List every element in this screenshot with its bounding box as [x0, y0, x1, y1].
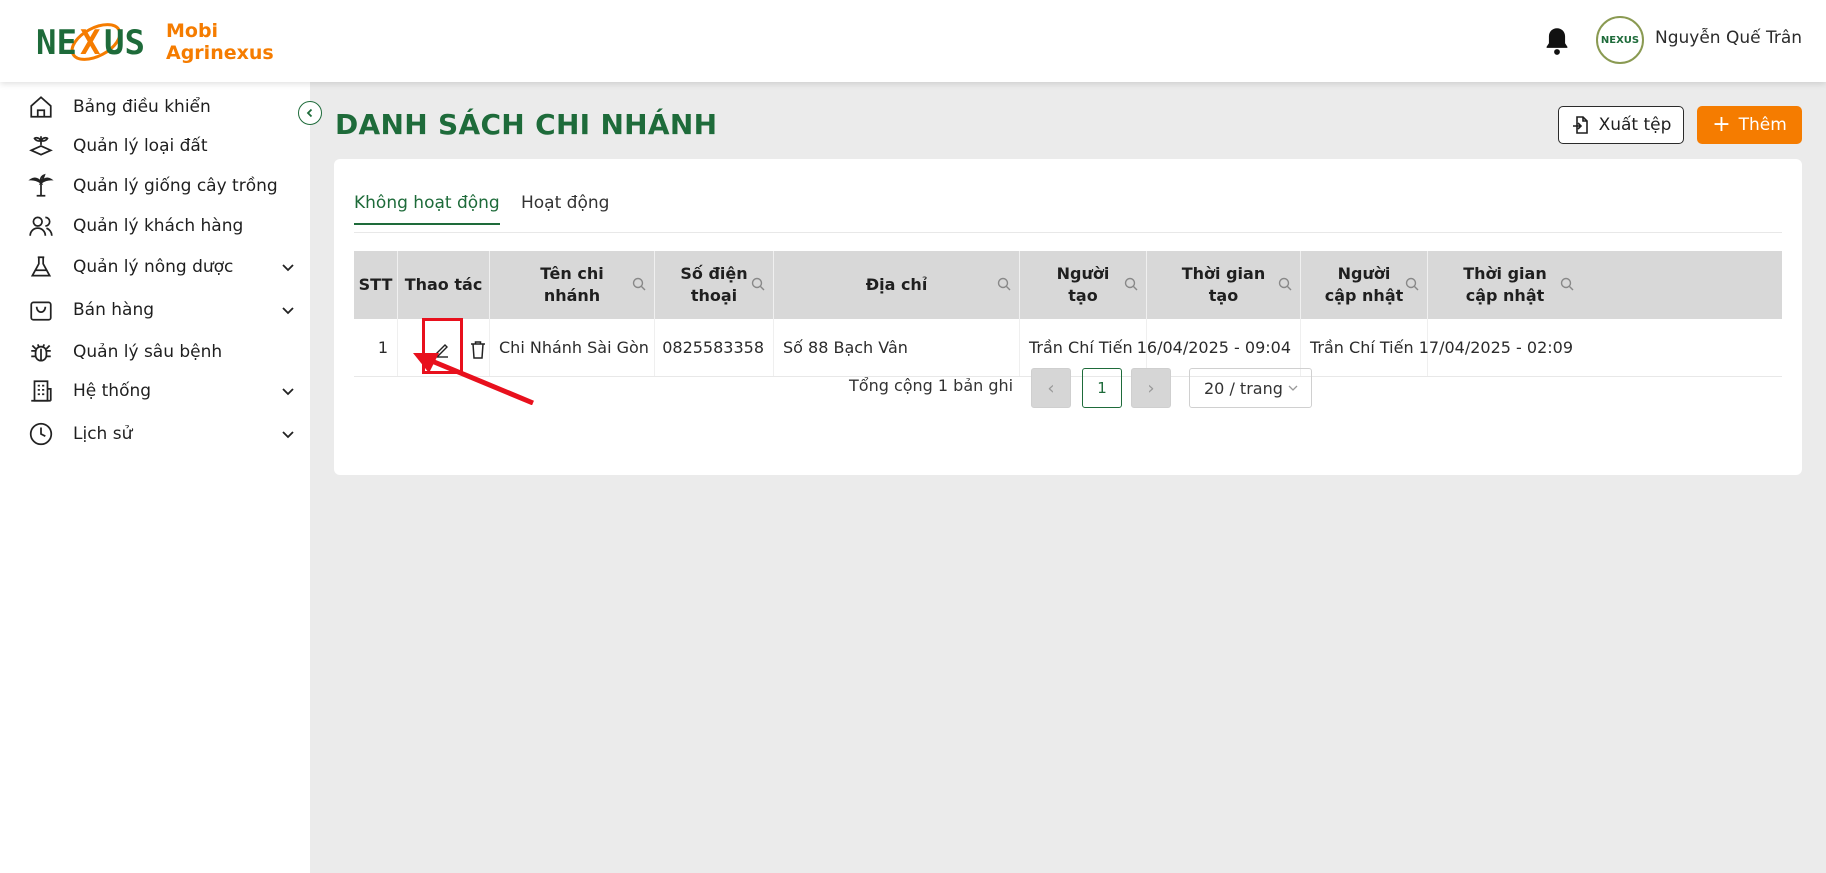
- chevron-down-icon[interactable]: [280, 302, 296, 318]
- user-avatar[interactable]: NEXUS: [1596, 16, 1644, 64]
- annotation-arrow-icon: [413, 353, 534, 405]
- brand-name: Mobi Agrinexus: [166, 20, 274, 64]
- column-header-updated-at: Thời gian cập nhật: [1428, 251, 1582, 319]
- column-header-created-at: Thời gian tạo: [1147, 251, 1301, 319]
- column-header-label: Tên chi nhánh: [540, 264, 604, 305]
- chevron-down-icon[interactable]: [280, 259, 296, 275]
- svg-text:X: X: [80, 23, 101, 63]
- plus-icon: +: [1712, 112, 1731, 137]
- column-search-icon[interactable]: [1405, 277, 1419, 291]
- column-header-actions: Thao tác: [398, 251, 490, 319]
- export-button[interactable]: Xuất tệp: [1558, 106, 1684, 144]
- pagination-total: Tổng cộng 1 bản ghi: [849, 376, 1014, 395]
- export-button-label: Xuất tệp: [1598, 115, 1672, 135]
- page-size-value: 20 / trang: [1204, 378, 1283, 398]
- chevron-down-icon[interactable]: [280, 426, 296, 442]
- sidebar-item-sales[interactable]: Bán hàng: [28, 295, 296, 325]
- column-header-updater: Người cập nhật: [1301, 251, 1428, 319]
- column-search-icon[interactable]: [1124, 277, 1138, 291]
- table-header: STT Thao tác Tên chi nhánh Số điện thoại…: [354, 251, 1782, 319]
- column-header-address: Địa chỉ: [774, 251, 1020, 319]
- column-header-label: Người cập nhật: [1324, 264, 1404, 305]
- export-file-icon: [1572, 116, 1588, 134]
- column-header-stt: STT: [354, 251, 398, 319]
- page-title: DANH SÁCH CHI NHÁNH: [335, 108, 718, 141]
- column-header-label: STT: [358, 275, 393, 294]
- sidebar-item-pests[interactable]: Quản lý sâu bệnh: [28, 337, 296, 367]
- chevron-down-icon[interactable]: [280, 383, 296, 399]
- bug-icon: [31, 344, 51, 362]
- chevron-left-icon: ‹: [1047, 377, 1055, 399]
- column-header-label: Thời gian cập nhật: [1463, 264, 1547, 305]
- column-header-phone: Số điện thoại: [655, 251, 774, 319]
- status-tabs: Không hoạt động Hoạt động: [354, 193, 1782, 233]
- svg-text:NE: NE: [36, 23, 77, 63]
- sidebar-item-plant-varieties[interactable]: Quản lý giống cây trồng: [28, 171, 296, 201]
- sidebar-item-system[interactable]: Hệ thống: [28, 376, 296, 406]
- flask-icon: [30, 256, 52, 277]
- chevron-down-icon: [1288, 385, 1298, 391]
- svg-text:US: US: [104, 23, 145, 63]
- pagination-page-1[interactable]: 1: [1082, 368, 1122, 408]
- column-header-branch-name: Tên chi nhánh: [490, 251, 655, 319]
- sidebar-item-label: Lịch sử: [73, 424, 133, 444]
- column-header-label: Thao tác: [404, 275, 483, 294]
- sidebar-item-label: Hệ thống: [73, 381, 152, 401]
- brand-name-line1: Mobi: [166, 20, 219, 42]
- main-content: DANH SÁCH CHI NHÁNH Xuất tệp + Thêm Khôn…: [310, 82, 1826, 873]
- sidebar-item-label: Quản lý sâu bệnh: [73, 342, 223, 362]
- sidebar-item-dashboard[interactable]: Bảng điều khiển: [28, 92, 296, 122]
- column-search-icon[interactable]: [997, 277, 1011, 291]
- pagination-prev-button[interactable]: ‹: [1031, 368, 1071, 408]
- add-button[interactable]: + Thêm: [1697, 106, 1802, 144]
- sidebar-item-label: Quản lý giống cây trồng: [73, 176, 278, 196]
- sidebar-item-label: Quản lý khách hàng: [73, 216, 244, 236]
- brand-logo[interactable]: NE X US Mobi Agrinexus: [34, 14, 274, 70]
- brand-name-line2: Agrinexus: [166, 42, 274, 64]
- palm-tree-icon: [28, 173, 54, 197]
- nexus-logo-icon: NE X US: [36, 23, 145, 63]
- soil-icon: [29, 136, 53, 156]
- chevron-right-icon: ›: [1147, 377, 1155, 399]
- column-search-icon[interactable]: [1560, 277, 1574, 291]
- column-header-label: Số điện thoại: [680, 264, 748, 305]
- sidebar-item-history[interactable]: Lịch sử: [28, 419, 296, 449]
- clock-icon: [29, 422, 53, 446]
- sidebar-item-customers[interactable]: Quản lý khách hàng: [28, 211, 296, 241]
- sidebar: Bảng điều khiển Quản lý loại đất Quản lý…: [0, 82, 310, 873]
- avatar-logo-text: NEXUS: [1600, 34, 1640, 46]
- notification-bell-icon[interactable]: [1543, 26, 1571, 56]
- building-icon: [31, 380, 52, 402]
- column-header-creator: Người tạo: [1020, 251, 1147, 319]
- sidebar-item-label: Quản lý nông dược: [73, 257, 234, 277]
- tab-active[interactable]: Hoạt động: [521, 193, 609, 223]
- sidebar-item-label: Quản lý loại đất: [73, 136, 208, 156]
- column-header-label: Thời gian tạo: [1181, 264, 1266, 305]
- column-header-label: Địa chỉ: [865, 275, 928, 294]
- sidebar-collapse-button[interactable]: [298, 101, 322, 125]
- shopping-bag-icon: [30, 301, 52, 321]
- top-header: NE X US Mobi Agrinexus NEXUS Nguyễn Quế …: [0, 0, 1826, 82]
- user-name[interactable]: Nguyễn Quế Trân: [1655, 28, 1802, 48]
- users-icon: [29, 216, 53, 236]
- column-search-icon[interactable]: [1278, 277, 1292, 291]
- home-icon: [30, 96, 52, 118]
- column-search-icon[interactable]: [751, 277, 765, 291]
- sidebar-item-label: Bảng điều khiển: [73, 97, 211, 117]
- tab-inactive[interactable]: Không hoạt động: [354, 193, 500, 225]
- page-size-select[interactable]: 20 / trang: [1189, 368, 1312, 408]
- column-header-label: Người tạo: [1056, 264, 1110, 305]
- sidebar-item-pesticides[interactable]: Quản lý nông dược: [28, 252, 296, 282]
- sidebar-item-soil-types[interactable]: Quản lý loại đất: [28, 131, 296, 161]
- branch-list-card: Không hoạt động Hoạt động STT Thao tác T…: [334, 159, 1802, 475]
- pagination: Tổng cộng 1 bản ghi ‹ 1 › 20 / trang: [334, 364, 1802, 408]
- add-button-label: Thêm: [1738, 115, 1787, 135]
- pagination-next-button[interactable]: ›: [1131, 368, 1171, 408]
- sidebar-item-label: Bán hàng: [73, 300, 155, 320]
- branch-table: STT Thao tác Tên chi nhánh Số điện thoại…: [354, 251, 1782, 377]
- column-search-icon[interactable]: [632, 277, 646, 291]
- chevron-left-icon: [306, 108, 313, 118]
